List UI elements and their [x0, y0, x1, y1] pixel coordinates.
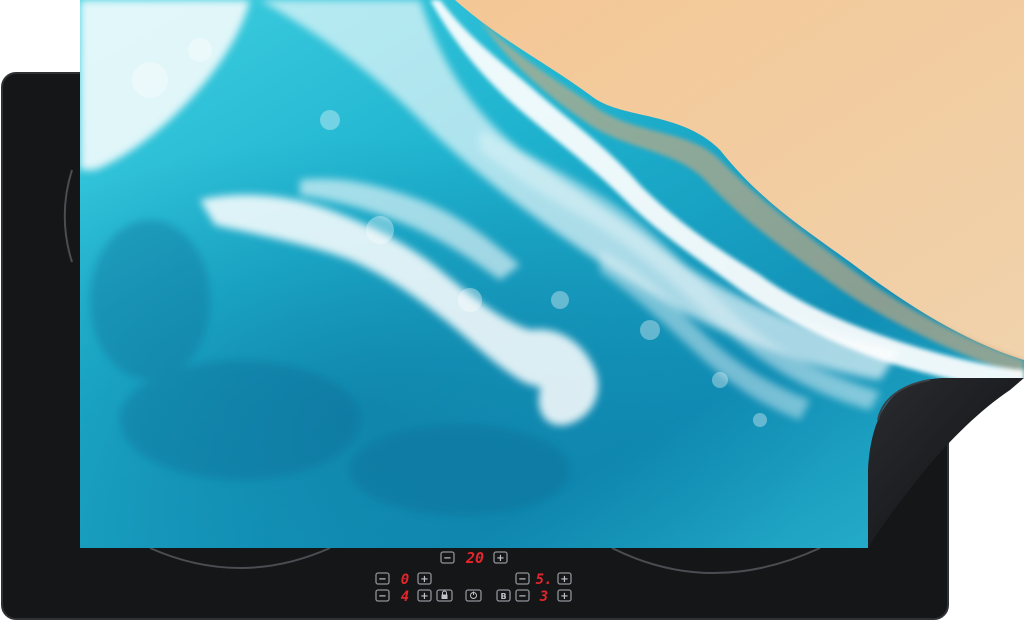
timer-plus-label: +	[496, 553, 504, 564]
timer-minus-label: −	[443, 553, 451, 564]
zone-front-left-plus-label: +	[420, 574, 428, 585]
zone-front-right-plus-label: +	[560, 574, 568, 585]
boost-label: B	[500, 592, 506, 601]
zone-front-left-minus-label: −	[378, 574, 386, 585]
zone-rear-right-display: 3	[539, 589, 548, 605]
timer-display: 20	[465, 549, 484, 567]
zone-front-right-minus-label: −	[518, 574, 526, 585]
zone-rear-right-minus-label: −	[518, 591, 526, 602]
zone-rear-left-minus-label: −	[378, 591, 386, 602]
zone-front-left-display: 0	[401, 572, 409, 588]
zone-rear-right-plus-label: +	[560, 591, 568, 602]
hob-protector-mat	[80, 0, 1024, 548]
zone-rear-left-display: 4	[401, 589, 409, 605]
zone-rear-left-plus-label: +	[420, 591, 428, 602]
zone-front-right-display: 5.	[536, 572, 553, 588]
product-scene: − 20 + − 0 + − 5. + − 4 + B − 3 +	[1, 0, 1024, 620]
